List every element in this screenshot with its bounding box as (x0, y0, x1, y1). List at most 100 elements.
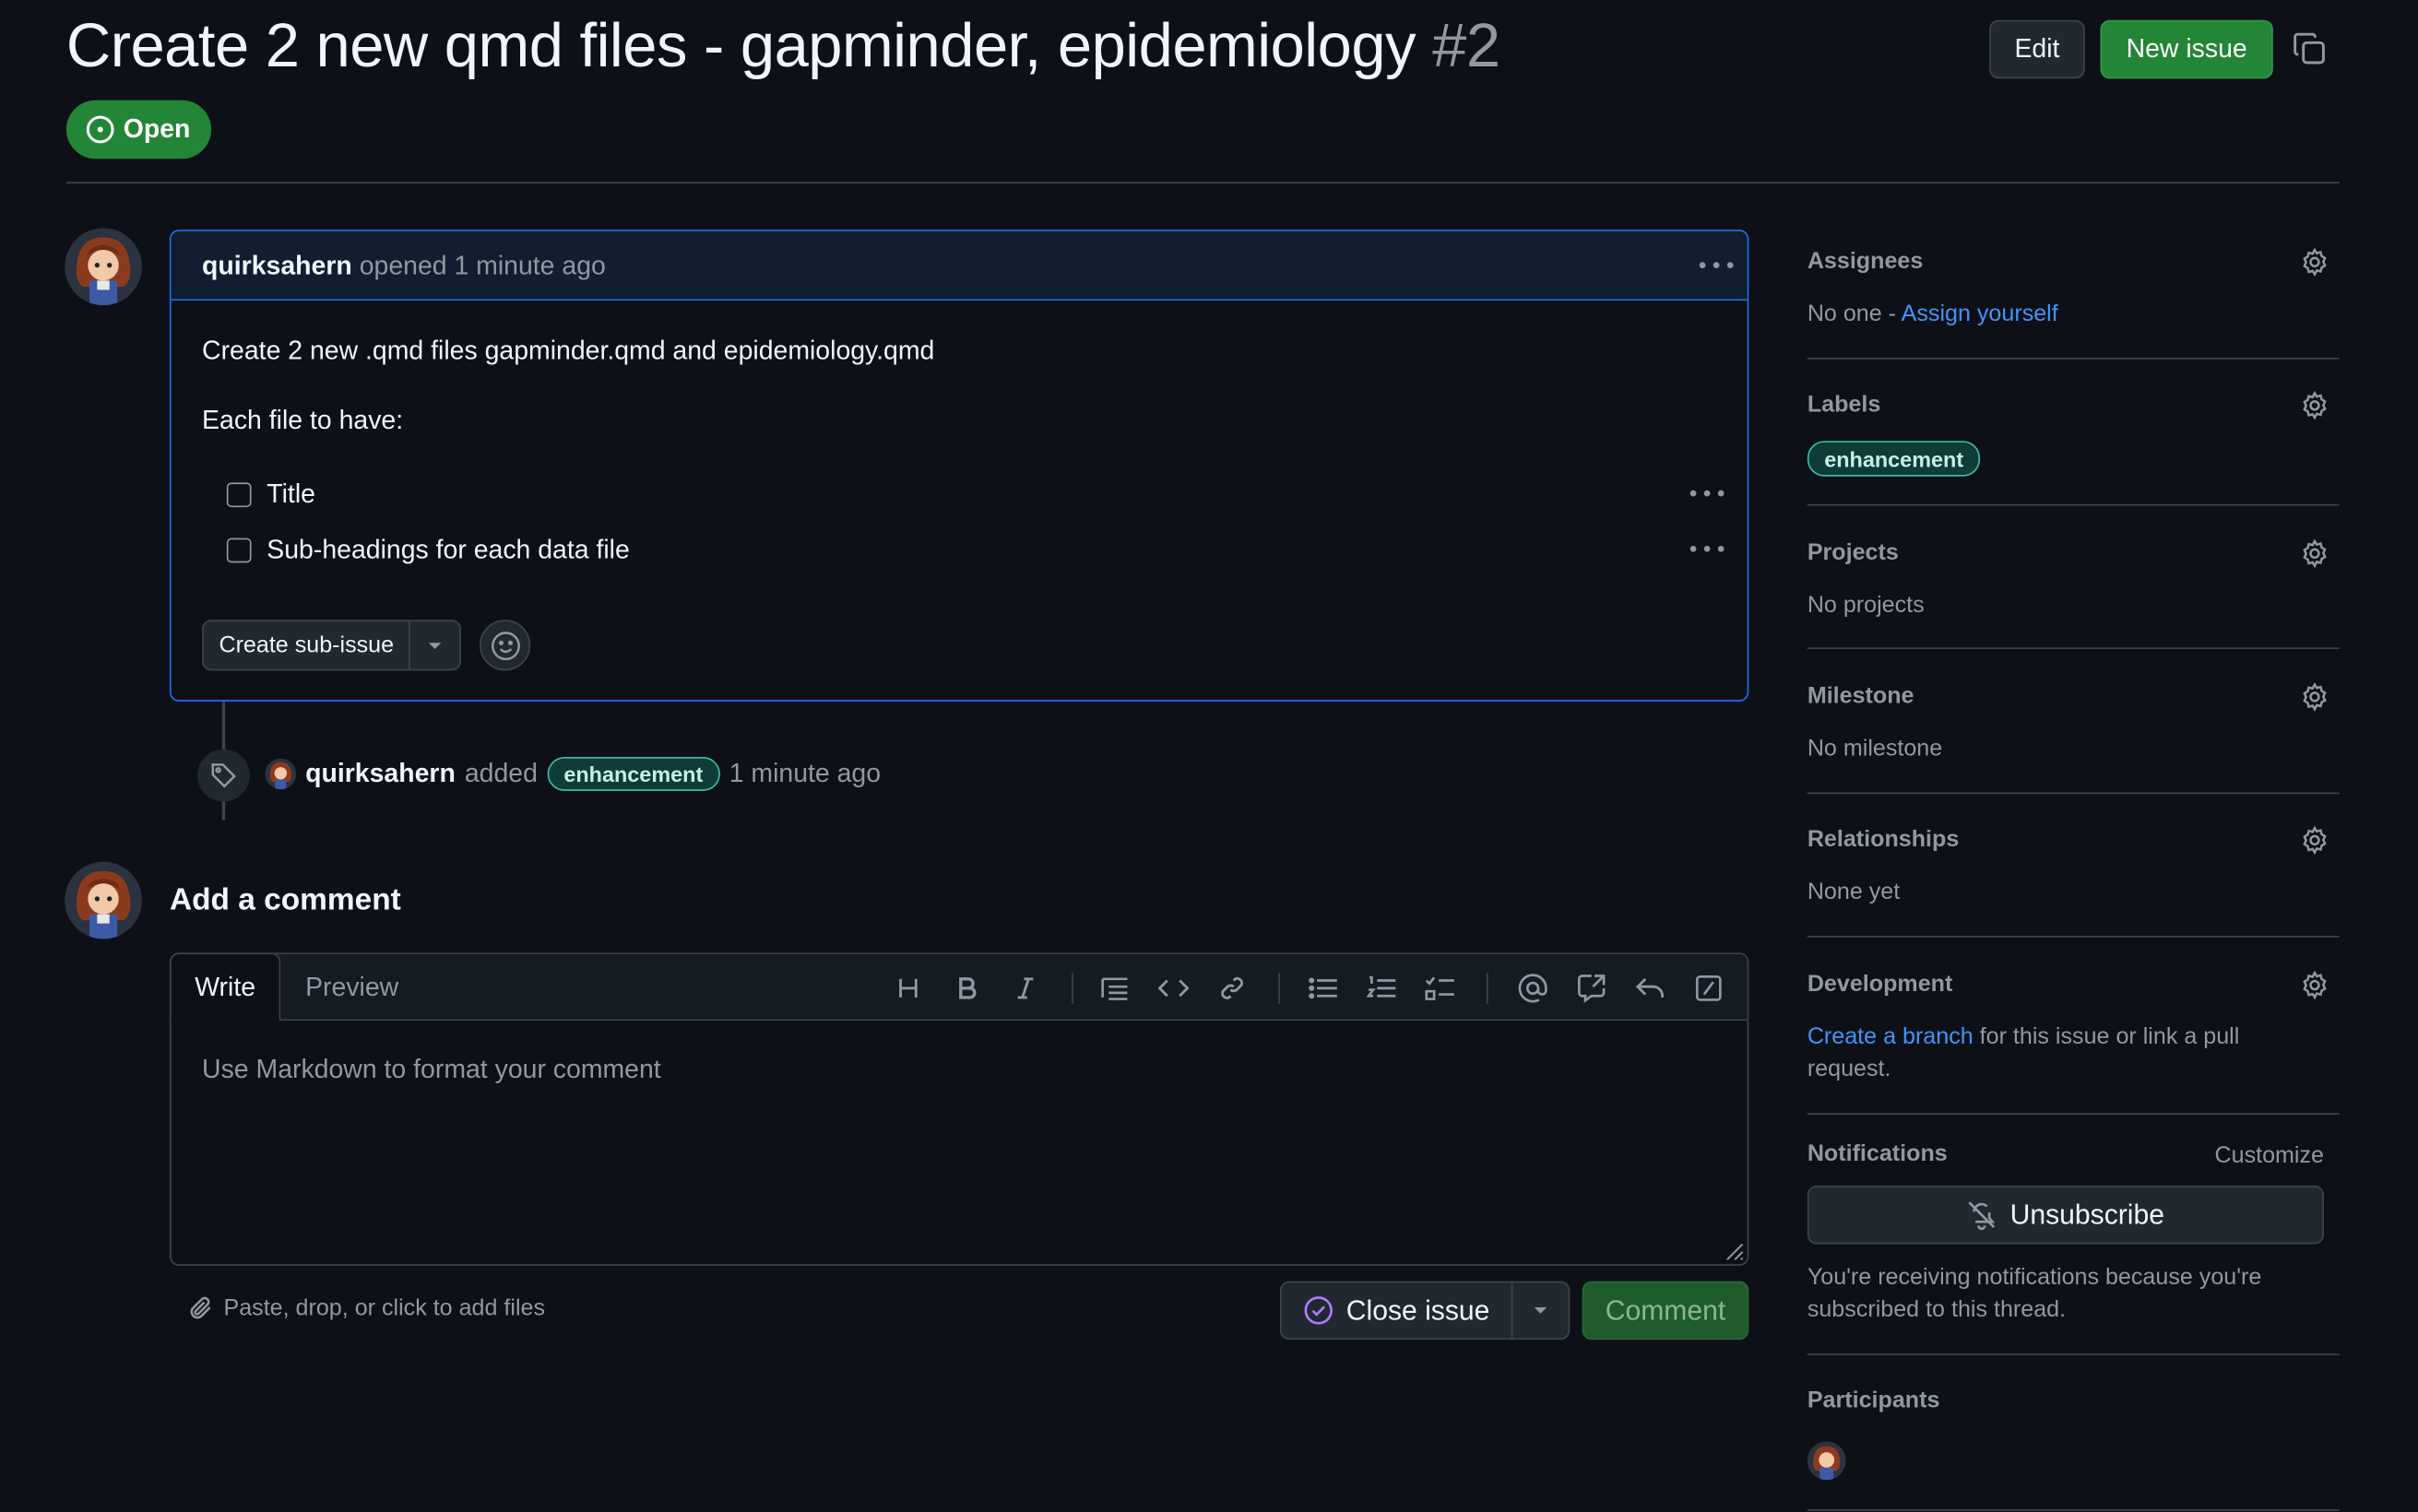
mention-icon[interactable] (1514, 970, 1551, 1007)
avatar[interactable] (1807, 1441, 1846, 1481)
comment-button[interactable]: Comment (1582, 1281, 1749, 1341)
task-checkbox[interactable] (226, 482, 252, 508)
unsubscribe-label: Unsubscribe (2009, 1199, 2164, 1230)
add-reaction-button[interactable] (480, 620, 531, 671)
sidebar-divider (1807, 1113, 2340, 1116)
notification-reason-line-2: subscribed to this thread. (1807, 1296, 2067, 1323)
comment-editor: Write Preview Use Markdown to format you… (169, 952, 1749, 1266)
sidebar-relationships-value: None yet (1807, 879, 1901, 905)
heading-icon[interactable] (890, 970, 927, 1007)
label-enhancement[interactable]: enhancement (546, 757, 720, 791)
issue-open-icon (85, 114, 115, 145)
issue-number: #2 (1432, 12, 1500, 80)
issue-title: Create 2 new qmd files - gapminder, epid… (66, 12, 1500, 81)
numbered-list-icon[interactable] (1363, 970, 1400, 1007)
comment-author[interactable]: quirksahern (202, 252, 352, 281)
link-icon[interactable] (1214, 970, 1250, 1007)
create-sub-issue-button[interactable]: Create sub-issue (204, 620, 411, 669)
triangle-down-icon (1533, 1305, 1548, 1315)
bell-slash-icon (1967, 1199, 1997, 1230)
avatar[interactable] (65, 228, 142, 306)
add-comment-heading: Add a comment (169, 883, 401, 917)
comment-body-line-2: Each file to have: (202, 405, 404, 435)
sidebar-milestone-value: No milestone (1807, 735, 1943, 762)
editor-toolbar: Write Preview (169, 952, 1748, 1021)
task-item: Sub-headings for each data file (226, 535, 630, 565)
unsubscribe-button[interactable]: Unsubscribe (1807, 1185, 2325, 1245)
close-issue-split-button: Close issue (1279, 1281, 1571, 1341)
sidebar-divider (1807, 792, 2340, 795)
toolbar-divider (1278, 973, 1280, 1004)
avatar[interactable] (265, 758, 297, 790)
development-text: for this issue or link a pull (1973, 1023, 2240, 1050)
saved-reply-icon[interactable] (1631, 970, 1668, 1007)
italic-icon[interactable] (1007, 970, 1044, 1007)
gear-icon[interactable] (2299, 970, 2329, 1000)
avatar (65, 861, 142, 939)
gear-icon[interactable] (2299, 390, 2329, 420)
sidebar-relationships-title: Relationships (1807, 826, 1960, 853)
sidebar-assignees-value: No one - Assign yourself (1808, 298, 2058, 330)
gear-icon[interactable] (2299, 247, 2329, 278)
notification-reason: You're receiving notifications because y… (1808, 1261, 2262, 1326)
gear-icon[interactable] (2299, 825, 2329, 856)
development-text: request. (1807, 1056, 1891, 1082)
sidebar-projects-value: No projects (1807, 592, 1925, 619)
comment-meta: opened 1 minute ago (359, 251, 606, 281)
quote-icon[interactable] (1096, 970, 1133, 1007)
close-issue-label: Close issue (1345, 1293, 1490, 1326)
event-time[interactable]: 1 minute ago (729, 759, 881, 789)
comment-header: quirksahern opened 1 minute ago (171, 230, 1748, 301)
event-action: added (464, 758, 538, 788)
sidebar-development-value: Create a branch for this issue or link a… (1808, 1021, 2239, 1085)
slash-command-icon[interactable] (1690, 970, 1727, 1007)
tab-write[interactable]: Write (169, 952, 281, 1021)
sidebar-participants-title: Participants (1807, 1387, 1940, 1414)
toolbar-divider (1072, 973, 1073, 1004)
code-icon[interactable] (1155, 970, 1191, 1007)
task-label: Sub-headings for each data file (267, 535, 630, 565)
sidebar-development-title: Development (1807, 971, 1953, 998)
sidebar-divider (1807, 503, 2340, 506)
timeline-label-event: quirksahern added enhancement 1 minute a… (265, 757, 881, 791)
gear-icon[interactable] (2299, 681, 2329, 712)
create-branch-link[interactable]: Create a branch (1808, 1023, 1974, 1049)
close-issue-button[interactable]: Close issue (1282, 1282, 1513, 1339)
bold-icon[interactable] (948, 970, 985, 1007)
task-menu-icon[interactable] (1689, 541, 1725, 557)
close-issue-dropdown[interactable] (1512, 1282, 1568, 1338)
bulleted-list-icon[interactable] (1305, 970, 1342, 1007)
sidebar-labels-title: Labels (1807, 391, 1881, 419)
sidebar-milestone-title: Milestone (1807, 682, 1914, 710)
sidebar-divider (1807, 1509, 2340, 1511)
sidebar-divider (1807, 936, 2340, 938)
comment-menu-icon[interactable] (1698, 257, 1735, 273)
task-list-icon[interactable] (1422, 970, 1459, 1007)
tab-preview[interactable]: Preview (305, 973, 398, 1003)
create-sub-issue-dropdown[interactable] (410, 621, 460, 669)
task-checkbox[interactable] (226, 537, 252, 563)
check-circle-icon (1303, 1295, 1333, 1326)
attach-files-button[interactable]: Paste, drop, or click to add files (188, 1295, 545, 1321)
issue-title-text: Create 2 new qmd files - gapminder, epid… (65, 12, 1416, 80)
toolbar-divider (1487, 973, 1488, 1004)
comment-author-line: quirksahern opened 1 minute ago (202, 252, 606, 282)
tag-icon (197, 749, 250, 802)
smiley-icon (490, 630, 520, 660)
sidebar-divider (1807, 1353, 2340, 1355)
gear-icon[interactable] (2299, 538, 2329, 569)
sidebar-projects-title: Projects (1807, 539, 1899, 566)
comment-textarea[interactable]: Use Markdown to format your comment (202, 1055, 661, 1085)
resize-handle-icon[interactable] (1723, 1239, 1744, 1260)
triangle-down-icon (428, 641, 444, 650)
customize-notifications-link[interactable]: Customize (2215, 1140, 2324, 1172)
assign-yourself-link[interactable]: Assign yourself (1902, 301, 2058, 326)
sidebar-divider (1807, 647, 2340, 649)
event-author[interactable]: quirksahern (305, 759, 456, 789)
reference-icon[interactable] (1573, 970, 1610, 1007)
task-menu-icon[interactable] (1689, 486, 1725, 502)
issue-sidebar: Assignees No one - Assign yourself Label… (1807, 0, 2340, 1512)
task-item: Title (226, 479, 315, 510)
paperclip-icon (188, 1295, 214, 1321)
label-enhancement[interactable]: enhancement (1807, 441, 1981, 477)
